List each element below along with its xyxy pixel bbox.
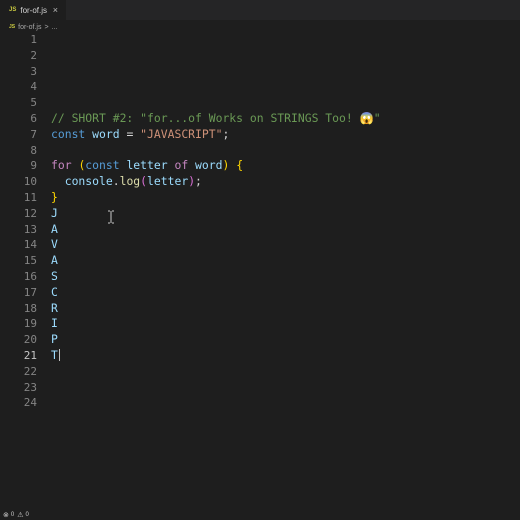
breadcrumb-file[interactable]: for-of.js [18,24,41,31]
line-number: 8 [30,143,37,157]
status-bar: ⊗ 0 ⚠ 0 [0,510,520,520]
javascript-file-icon: JS [9,24,16,30]
editor-tab-for-of[interactable]: JS for-of.js × [0,0,66,20]
line-number: 13 [23,222,37,236]
tab-label: for-of.js [20,5,48,15]
line-number: 10 [23,175,37,189]
semicolon: ; [195,174,202,189]
keyword-const: const [51,126,86,141]
keyword-const: const [85,158,120,173]
close-icon[interactable]: × [53,5,58,15]
code-line-11: } [51,190,511,206]
line-number: 16 [23,269,37,283]
line-number: 2 [30,48,37,62]
paren-close: ) [222,158,230,173]
line-number: 11 [23,190,37,204]
line-number-gutter: 1 2 3 4 5 6 7 8 9 10 11 12 13 14 15 16 17 18 19 20 21 22 23 24 [0,32,40,411]
variable-word: word [195,158,223,173]
mouse-ibeam-cursor-icon [108,210,114,224]
output-letter: C [51,284,58,299]
warning-icon: ⚠ [17,512,24,519]
output-letter: I [51,316,58,331]
code-line-15: A [51,253,511,269]
problems-indicator[interactable]: ⊗ 0 ⚠ 0 [3,511,29,519]
code-line-14: V [51,237,511,253]
line-number: 17 [23,285,37,299]
operator-assign: = [126,126,134,141]
output-letter: S [51,268,58,283]
code-line-19: I [51,316,511,332]
output-letter: P [51,332,58,347]
line-number: 20 [23,333,37,347]
code-line-7: const word = "JAVASCRIPT"; [51,127,511,143]
argument-letter: letter [147,174,189,189]
keyword-for: for [51,158,72,173]
output-letter: T [51,347,58,362]
code-line-10: console.log(letter); [51,174,511,190]
tab-bar: JS for-of.js × [0,0,520,20]
code-line-20: P [51,332,511,348]
string-literal: "JAVASCRIPT" [140,126,223,141]
keyword-of: of [174,158,189,173]
line-number: 12 [23,206,37,220]
line-number: 14 [23,238,37,252]
line-number: 15 [23,254,37,268]
line-number: 3 [30,64,37,78]
warning-count: 0 [25,512,29,518]
error-count: 0 [10,512,15,518]
line-number: 23 [23,380,37,394]
paren-open: ( [140,174,148,189]
function-log: log [119,174,141,189]
javascript-file-icon: JS [9,7,17,13]
brace-open: { [236,158,244,173]
code-line-9: for (const letter of word) { [51,158,511,174]
object-console: console [64,174,113,189]
line-number: 1 [30,33,37,46]
code-line-16: S [51,269,511,285]
brace-close: } [51,189,58,204]
line-number: 18 [23,301,37,315]
line-number: 19 [23,317,37,331]
line-number: 9 [30,159,37,173]
output-letter: J [51,205,58,220]
line-number: 6 [30,111,37,125]
line-number: 22 [23,364,37,378]
breadcrumb-more[interactable]: ... [52,24,58,31]
code-line-17: C [51,285,511,301]
code-line-21: T [51,348,511,364]
dot: . [112,174,120,189]
error-icon: ⊗ [3,512,9,519]
text-cursor [58,349,60,362]
line-number: 24 [23,396,37,410]
variable-word: word [92,126,120,141]
variable-letter: letter [126,158,168,173]
semicolon: ; [222,126,230,141]
code-line-13: A [51,222,511,238]
line-number: 7 [30,127,37,141]
line-number: 5 [30,96,37,110]
output-letter: A [51,253,58,268]
code-line-18: R [51,301,511,317]
output-letter: A [51,221,58,236]
code-line-12: J [51,206,511,222]
code-line-6: // SHORT #2: "for...of Works on STRINGS … [51,111,511,127]
code-editor[interactable]: // SHORT #2: "for...of Works on STRINGS … [51,32,511,411]
output-letter: V [51,237,58,252]
breadcrumb-separator: > [44,23,49,31]
output-letter: R [51,300,58,315]
line-number: 21 [23,348,37,362]
comment-text: // SHORT #2: "for...of Works on STRINGS … [51,110,381,125]
line-number: 4 [30,80,37,94]
